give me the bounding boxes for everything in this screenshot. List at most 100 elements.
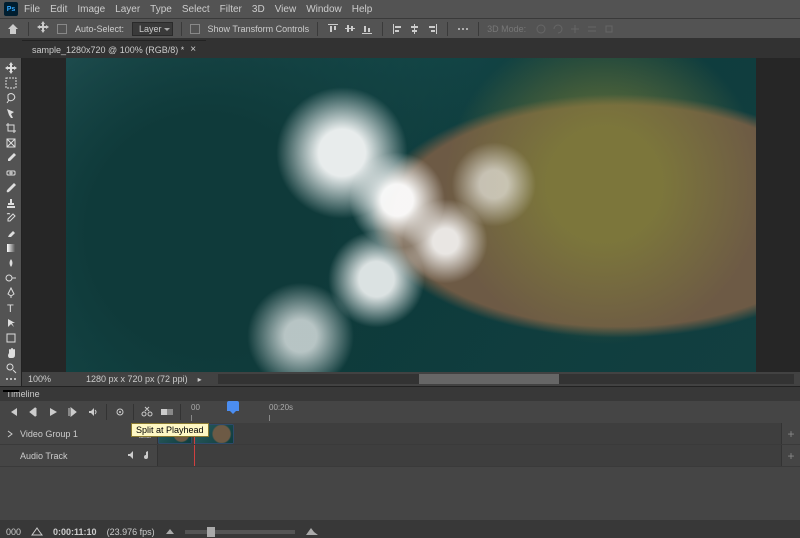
timeline-footer: 000 0:00:11:10 (23.976 fps) [0, 520, 800, 538]
timeline-zoom-slider[interactable] [185, 530, 295, 534]
scrollbar-thumb[interactable] [419, 374, 559, 384]
menu-filter[interactable]: Filter [220, 4, 242, 15]
3d-scale-icon [602, 22, 616, 36]
edit-toolbar-icon[interactable] [2, 377, 20, 381]
close-tab-icon[interactable]: × [190, 44, 196, 55]
mountain-small-icon[interactable] [165, 527, 175, 537]
document-tab-title: sample_1280x720 @ 100% (RGB/8) * [32, 45, 184, 55]
transition-icon[interactable] [160, 405, 174, 419]
gradient-tool-icon[interactable] [2, 242, 20, 254]
playhead-line [194, 445, 195, 466]
stamp-tool-icon[interactable] [2, 197, 20, 209]
crop-tool-icon[interactable] [2, 122, 20, 134]
heal-tool-icon[interactable] [2, 167, 20, 179]
document-tab[interactable]: sample_1280x720 @ 100% (RGB/8) * × [22, 40, 206, 58]
split-at-playhead-icon[interactable] [140, 405, 154, 419]
lasso-tool-icon[interactable] [2, 92, 20, 104]
workspace: T 100% 1280 px x 720 px (72 ppi) ▸ [0, 58, 800, 386]
foreground-color-swatch[interactable] [3, 390, 19, 392]
quick-select-tool-icon[interactable] [2, 107, 20, 119]
go-to-first-frame-icon[interactable] [6, 405, 20, 419]
menu-image[interactable]: Image [77, 4, 105, 15]
timeline-tab[interactable]: Timeline [0, 387, 800, 401]
prev-frame-icon[interactable] [26, 405, 40, 419]
chevron-right-icon[interactable] [6, 430, 14, 438]
eyedropper-tool-icon[interactable] [2, 152, 20, 164]
play-icon[interactable] [46, 405, 60, 419]
menu-help[interactable]: Help [352, 4, 373, 15]
move-tool-icon [37, 21, 49, 36]
align-group-2 [391, 22, 439, 36]
menu-edit[interactable]: Edit [50, 4, 67, 15]
fps-label: (23.976 fps) [107, 527, 155, 537]
video-track-name: Video Group 1 [20, 429, 78, 439]
zoom-slider-thumb[interactable] [207, 527, 215, 537]
path-select-tool-icon[interactable] [2, 317, 20, 329]
menu-file[interactable]: File [24, 4, 40, 15]
music-note-icon[interactable] [141, 450, 151, 462]
brush-tool-icon[interactable] [2, 182, 20, 194]
eraser-tool-icon[interactable] [2, 227, 20, 239]
menu-select[interactable]: Select [182, 4, 210, 15]
frame-tool-icon[interactable] [2, 137, 20, 149]
next-frame-icon[interactable] [66, 405, 80, 419]
mute-icon[interactable] [86, 405, 100, 419]
auto-select-target[interactable]: Layer [132, 22, 173, 36]
show-transform-checkbox[interactable] [190, 24, 200, 34]
history-brush-tool-icon[interactable] [2, 212, 20, 224]
more-options-icon[interactable] [456, 22, 470, 36]
timeline-ruler[interactable]: 00 00:20s [191, 401, 794, 423]
shape-tool-icon[interactable] [2, 332, 20, 344]
render-icon[interactable] [31, 526, 43, 538]
zoom-level[interactable]: 100% [28, 374, 76, 384]
horizontal-scrollbar[interactable] [218, 374, 794, 384]
menu-3d[interactable]: 3D [252, 4, 265, 15]
timeline-options-icon[interactable] [113, 405, 127, 419]
align-hcenter-icon[interactable] [408, 22, 422, 36]
3d-orbit-icon [534, 22, 548, 36]
audio-mute-icon[interactable] [127, 450, 137, 462]
document-canvas[interactable] [66, 58, 756, 372]
hand-tool-icon[interactable] [2, 347, 20, 359]
align-top-icon[interactable] [326, 22, 340, 36]
timeline-panel: Timeline 00 00:20s Split at Playhead Vid… [0, 386, 800, 538]
tooltip-split-at-playhead: Split at Playhead [131, 423, 209, 437]
menu-type[interactable]: Type [150, 4, 172, 15]
auto-select-checkbox[interactable] [57, 24, 67, 34]
3d-rotate-icon [551, 22, 565, 36]
mountain-large-icon[interactable] [305, 526, 319, 538]
timeline-controls: 00 00:20s [0, 401, 800, 423]
align-vcenter-icon[interactable] [343, 22, 357, 36]
audio-track-lane[interactable] [158, 445, 782, 466]
menu-layer[interactable]: Layer [115, 4, 140, 15]
pen-tool-icon[interactable] [2, 287, 20, 299]
align-right-icon[interactable] [425, 22, 439, 36]
audio-track-header[interactable]: Audio Track [0, 445, 158, 466]
zoom-tool-icon[interactable] [2, 362, 20, 374]
timecode[interactable]: 0:00:11:10 [53, 527, 97, 537]
document-tab-bar: sample_1280x720 @ 100% (RGB/8) * × [0, 38, 800, 58]
video-track-lane[interactable] [158, 423, 782, 444]
svg-text:T: T [7, 303, 14, 314]
add-media-icon[interactable]: + [782, 427, 800, 441]
playhead[interactable] [227, 401, 239, 411]
move-tool-icon[interactable] [2, 62, 20, 74]
align-left-icon[interactable] [391, 22, 405, 36]
marquee-tool-icon[interactable] [2, 77, 20, 89]
ruler-mark: 00:20s [269, 403, 293, 412]
3d-slide-icon [585, 22, 599, 36]
home-icon[interactable] [6, 22, 20, 36]
menu-bar: Ps File Edit Image Layer Type Select Fil… [0, 0, 800, 18]
type-tool-icon[interactable]: T [2, 302, 20, 314]
align-bottom-icon[interactable] [360, 22, 374, 36]
menu-window[interactable]: Window [306, 4, 342, 15]
video-track-row: Video Group 1 + [0, 423, 800, 445]
add-audio-icon[interactable]: + [782, 449, 800, 463]
dodge-tool-icon[interactable] [2, 272, 20, 284]
menu-view[interactable]: View [275, 4, 297, 15]
blur-tool-icon[interactable] [2, 257, 20, 269]
align-group [326, 22, 374, 36]
canvas-area[interactable] [22, 58, 800, 372]
ruler-mark: 00 [191, 403, 200, 412]
frame-number: 000 [6, 527, 21, 537]
